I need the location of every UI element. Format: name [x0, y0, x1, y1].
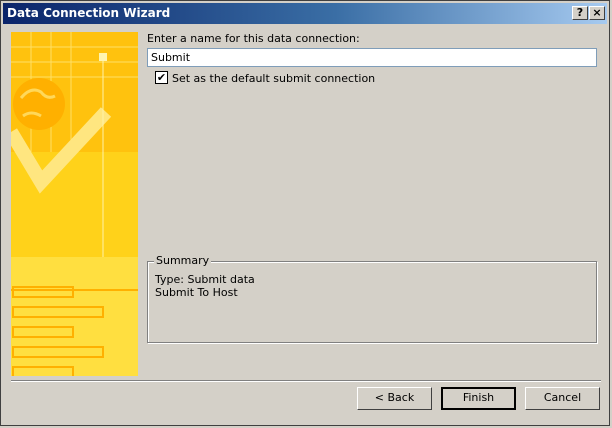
cancel-button[interactable]: Cancel — [525, 387, 600, 410]
connection-name-label: Enter a name for this data connection: — [147, 32, 360, 45]
summary-legend: Summary — [154, 254, 212, 267]
default-connection-checkbox[interactable]: ✔ — [155, 71, 168, 84]
finish-button[interactable]: Finish — [441, 387, 516, 410]
default-connection-label[interactable]: Set as the default submit connection — [172, 72, 375, 85]
title-bar[interactable]: Data Connection Wizard ? × — [3, 3, 607, 24]
close-button[interactable]: × — [589, 6, 605, 20]
window-title: Data Connection Wizard — [7, 6, 171, 20]
banner-graphic — [11, 32, 138, 376]
footer-separator — [11, 380, 601, 382]
summary-type-text: Type: Submit data — [155, 273, 255, 286]
help-button[interactable]: ? — [572, 6, 588, 20]
wizard-banner-image — [11, 32, 138, 376]
connection-name-input[interactable] — [147, 48, 597, 67]
back-button[interactable]: < Back — [357, 387, 432, 410]
summary-host-text: Submit To Host — [155, 286, 238, 299]
